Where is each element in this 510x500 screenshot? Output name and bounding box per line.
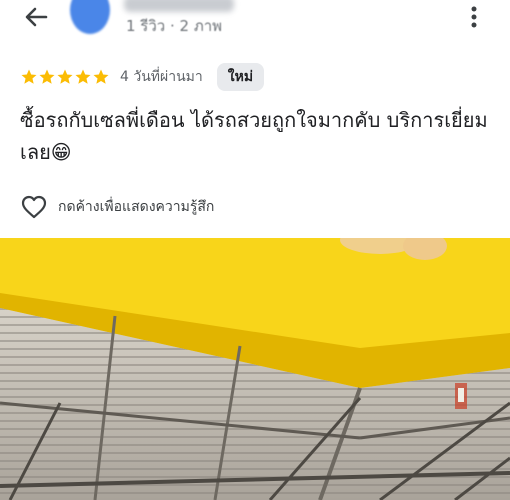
more-options-button[interactable]	[462, 2, 486, 32]
review-date: 4 วันที่ผ่านมา	[120, 69, 203, 85]
heart-outline-icon	[21, 195, 47, 219]
review-text: ซื้อรถกับเซลพี่เดือน ได้รถสวยถูกใจมากคับ…	[20, 108, 488, 164]
star-icon	[93, 69, 109, 84]
arrow-back-icon	[25, 7, 48, 27]
like-label: กดค้างเพื่อแสดงความรู้สึก	[58, 199, 215, 215]
reviewer-name-blurred[interactable]	[124, 0, 234, 12]
rating-row: 4 วันที่ผ่านมา ใหม่	[20, 63, 265, 91]
reviewer-meta: 1 รีวิว · 2 ภาพ	[126, 17, 223, 35]
star-rating	[20, 68, 110, 86]
more-vert-icon	[471, 6, 477, 28]
star-icon	[21, 69, 37, 84]
like-button[interactable]: กดค้างเพื่อแสดงความรู้สึก	[20, 192, 214, 222]
star-icon	[57, 69, 73, 84]
review-photo-image	[0, 238, 510, 500]
new-badge: ใหม่	[216, 63, 265, 91]
avatar[interactable]	[70, 0, 110, 34]
back-button[interactable]	[18, 2, 54, 34]
review-header: 1 รีวิว · 2 ภาพ	[0, 0, 510, 44]
review-photo[interactable]	[0, 238, 510, 500]
star-icon	[39, 69, 55, 84]
star-icon	[75, 69, 91, 84]
